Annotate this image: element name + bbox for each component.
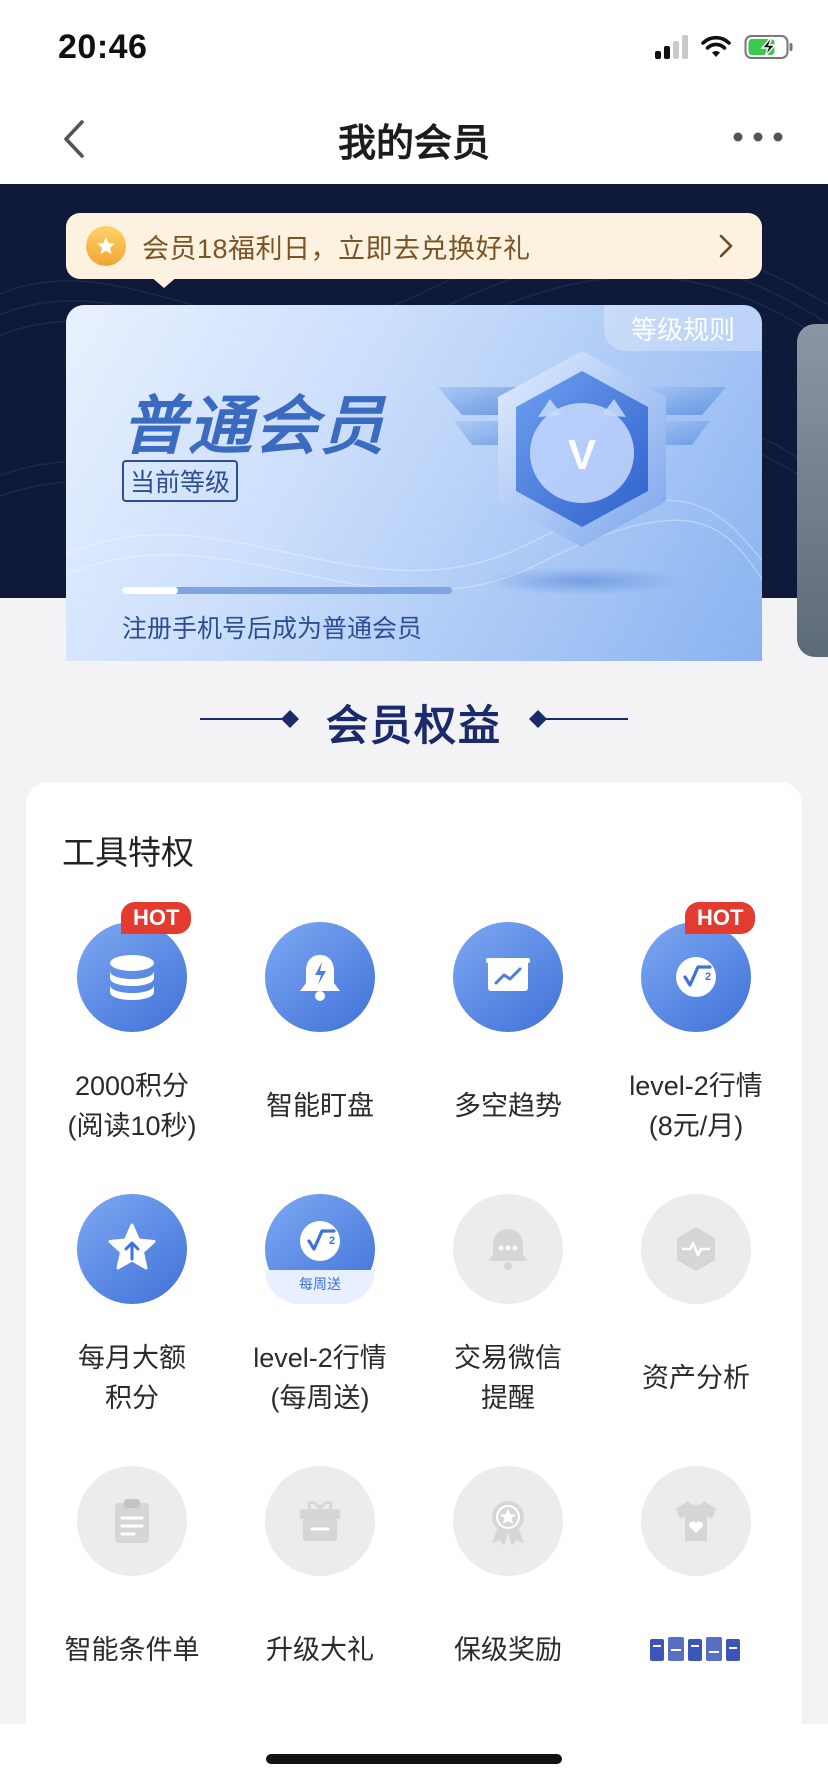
level2-icon: 2 HOT xyxy=(641,902,756,1032)
benefit-item[interactable]: 多空趋势 xyxy=(414,922,602,1194)
benefit-item[interactable]: 资产分析 xyxy=(602,1194,790,1466)
level-name: 普通会员 xyxy=(122,390,386,462)
current-level-tag: 当前等级 xyxy=(122,460,239,502)
level2-weekly-icon: 2 每周送 xyxy=(265,1194,375,1304)
banner-pointer xyxy=(150,276,178,288)
badge-letter: V xyxy=(568,431,596,478)
benefit-label: 2000积分 (阅读10秒) xyxy=(67,1071,197,1141)
benefit-item[interactable]: 智能盯盘 xyxy=(226,922,414,1194)
benefit-label: 每月大额 积分 xyxy=(78,1343,186,1413)
bell-icon xyxy=(265,922,375,1032)
hot-badge: HOT xyxy=(121,902,192,934)
hexagon-pulse-icon xyxy=(641,1194,751,1304)
benefit-item[interactable]: 智能条件单 xyxy=(38,1466,226,1738)
obscured-label-graphic xyxy=(650,1637,740,1661)
svg-text:2: 2 xyxy=(705,971,711,983)
status-time: 20:46 xyxy=(58,28,148,66)
cellular-signal-icon xyxy=(655,35,688,59)
star-up-icon xyxy=(77,1194,187,1304)
benefit-label xyxy=(602,1610,790,1690)
benefit-item[interactable]: 保级奖励 xyxy=(414,1466,602,1738)
title-decoration-right xyxy=(529,710,628,728)
benefits-section-title: 会员权益 xyxy=(325,702,502,749)
banner-text: 会员18福利日，立即去兑换好礼 xyxy=(142,233,531,264)
welfare-day-banner[interactable]: 会员18福利日，立即去兑换好礼 xyxy=(66,213,762,279)
benefits-panel: 工具特权 HOT 2000积分 (阅读10秒) 智能盯盘 多空趋势 2 HOT level-… xyxy=(26,782,802,1792)
award-icon xyxy=(453,1466,563,1576)
member-level-card: 等级规则 普通会员 当前等级 V 注册手机号后成为普通会员 xyxy=(66,305,762,661)
gift-icon xyxy=(265,1466,375,1576)
trend-chart-icon xyxy=(453,922,563,1032)
level-progress-fill xyxy=(122,587,179,594)
level-progress-bar xyxy=(122,587,452,594)
benefit-label: 交易微信 提醒 xyxy=(454,1343,562,1413)
svg-text:2: 2 xyxy=(329,1235,335,1247)
member-page: 20:46 我的会员 会员18福利日，立即去兑换好礼 等级规则 普通会员 当前等… xyxy=(0,0,828,1792)
benefit-label: 智能条件单 xyxy=(64,1635,200,1665)
level-badge-icon: V xyxy=(438,351,726,595)
benefit-label: 智能盯盘 xyxy=(266,1091,374,1121)
status-bar: 20:46 xyxy=(0,0,828,94)
benefit-label: level-2行情 (每周送) xyxy=(253,1343,387,1413)
chevron-right-icon xyxy=(719,234,733,258)
benefits-grid: HOT 2000积分 (阅读10秒) 智能盯盘 多空趋势 2 HOT level-2行情 (… xyxy=(26,902,802,1738)
battery-charging-icon xyxy=(744,35,793,59)
tools-privilege-title: 工具特权 xyxy=(62,834,194,871)
benefit-item[interactable]: 2 每周送 level-2行情 (每周送) xyxy=(226,1194,414,1466)
side-pull-tab[interactable] xyxy=(797,324,828,657)
progress-hint: 注册手机号后成为普通会员 xyxy=(122,615,423,643)
weekly-gift-band: 每周送 xyxy=(265,1270,375,1304)
coins-stack-icon: HOT xyxy=(77,902,192,1032)
home-indicator[interactable] xyxy=(266,1754,562,1764)
page-title: 我的会员 xyxy=(337,123,490,165)
benefit-label: 资产分析 xyxy=(642,1363,750,1393)
benefit-label: 多空趋势 xyxy=(454,1091,562,1121)
more-dots-icon[interactable] xyxy=(728,122,788,152)
benefit-label: 升级大礼 xyxy=(266,1635,374,1665)
benefit-item[interactable]: 交易微信 提醒 xyxy=(414,1194,602,1466)
wifi-icon xyxy=(701,35,731,57)
home-bar xyxy=(0,1724,828,1792)
chat-bell-icon xyxy=(453,1194,563,1304)
clipboard-icon xyxy=(77,1466,187,1576)
nav-bar: 我的会员 xyxy=(0,94,828,184)
tshirt-icon xyxy=(641,1466,751,1576)
benefit-item[interactable]: 升级大礼 xyxy=(226,1466,414,1738)
benefit-item[interactable]: 2 HOT level-2行情 (8元/月) xyxy=(602,902,790,1194)
benefit-item[interactable]: HOT 2000积分 (阅读10秒) xyxy=(38,902,226,1194)
star-medal-icon xyxy=(86,226,126,266)
benefit-item[interactable] xyxy=(602,1466,790,1738)
status-icons xyxy=(655,34,794,60)
benefit-label: level-2行情 (8元/月) xyxy=(629,1071,763,1141)
hot-badge: HOT xyxy=(685,902,756,934)
benefit-label: 保级奖励 xyxy=(454,1635,562,1665)
benefit-item[interactable]: 每月大额 积分 xyxy=(38,1194,226,1466)
